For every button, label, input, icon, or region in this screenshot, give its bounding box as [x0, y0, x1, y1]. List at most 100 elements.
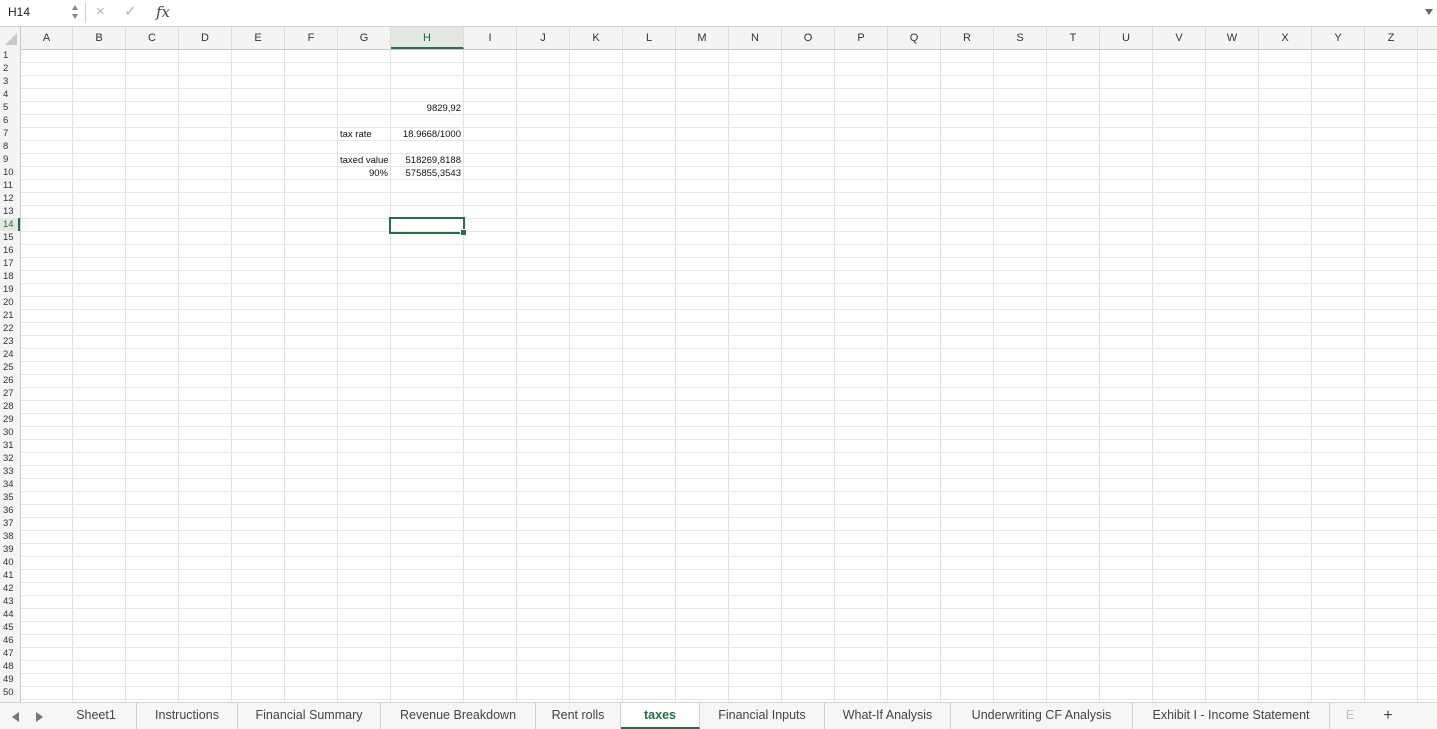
column-header-r[interactable]: R	[941, 27, 994, 49]
row-header-44[interactable]: 44	[0, 608, 20, 621]
column-header-p[interactable]: P	[835, 27, 888, 49]
sheet-tab-what-if-analysis[interactable]: What-If Analysis	[825, 703, 951, 729]
column-header-s[interactable]: S	[994, 27, 1047, 49]
column-header-i[interactable]: I	[464, 27, 517, 49]
name-box-stepper-icon[interactable]	[72, 4, 80, 22]
column-header-z[interactable]: Z	[1365, 27, 1418, 49]
sheet-tab-revenue-breakdown[interactable]: Revenue Breakdown	[381, 703, 536, 729]
next-sheet-icon[interactable]	[36, 712, 43, 722]
row-header-25[interactable]: 25	[0, 361, 20, 374]
row-header-7[interactable]: 7	[0, 127, 20, 140]
enter-check-icon[interactable]: ✓	[124, 2, 137, 22]
row-header-21[interactable]: 21	[0, 309, 20, 322]
name-box[interactable]: H14	[6, 2, 80, 22]
row-header-35[interactable]: 35	[0, 491, 20, 504]
sheet-tab-exhibit-i-income-statement[interactable]: Exhibit I - Income Statement	[1133, 703, 1330, 729]
sheet-tab-underwriting-cf-analysis[interactable]: Underwriting CF Analysis	[951, 703, 1133, 729]
row-header-17[interactable]: 17	[0, 257, 20, 270]
row-header-4[interactable]: 4	[0, 88, 20, 101]
row-header-27[interactable]: 27	[0, 387, 20, 400]
sheet-tab-financial-inputs[interactable]: Financial Inputs	[700, 703, 825, 729]
column-header-t[interactable]: T	[1047, 27, 1100, 49]
row-header-39[interactable]: 39	[0, 543, 20, 556]
row-header-29[interactable]: 29	[0, 413, 20, 426]
row-header-37[interactable]: 37	[0, 517, 20, 530]
column-header-c[interactable]: C	[126, 27, 179, 49]
column-header-v[interactable]: V	[1153, 27, 1206, 49]
row-header-13[interactable]: 13	[0, 205, 20, 218]
row-header-23[interactable]: 23	[0, 335, 20, 348]
sheet-tab-e[interactable]: E	[1330, 703, 1370, 729]
column-header-n[interactable]: N	[729, 27, 782, 49]
row-header-28[interactable]: 28	[0, 400, 20, 413]
column-header-y[interactable]: Y	[1312, 27, 1365, 49]
row-header-24[interactable]: 24	[0, 348, 20, 361]
row-header-38[interactable]: 38	[0, 530, 20, 543]
row-header-10[interactable]: 10	[0, 166, 20, 179]
row-header-46[interactable]: 46	[0, 634, 20, 647]
column-header-k[interactable]: K	[570, 27, 623, 49]
row-header-32[interactable]: 32	[0, 452, 20, 465]
row-header-15[interactable]: 15	[0, 231, 20, 244]
previous-sheet-icon[interactable]	[12, 712, 19, 722]
insert-function-icon[interactable]: fx	[156, 2, 170, 22]
column-header-m[interactable]: M	[676, 27, 729, 49]
fill-handle[interactable]	[460, 229, 467, 236]
row-header-3[interactable]: 3	[0, 75, 20, 88]
row-header-2[interactable]: 2	[0, 62, 20, 75]
row-header-6[interactable]: 6	[0, 114, 20, 127]
select-all-button[interactable]	[0, 27, 21, 49]
column-header-d[interactable]: D	[179, 27, 232, 49]
row-header-50[interactable]: 50	[0, 686, 20, 699]
row-header-40[interactable]: 40	[0, 556, 20, 569]
row-header-49[interactable]: 49	[0, 673, 20, 686]
column-header-o[interactable]: O	[782, 27, 835, 49]
row-header-19[interactable]: 19	[0, 283, 20, 296]
add-sheet-button[interactable]: +	[1378, 705, 1398, 727]
column-header-e[interactable]: E	[232, 27, 285, 49]
cell-g10[interactable]: 90%	[340, 167, 388, 180]
row-header-34[interactable]: 34	[0, 478, 20, 491]
cell-h7[interactable]: 18.9668/1000	[393, 128, 461, 141]
column-header-f[interactable]: F	[285, 27, 338, 49]
column-header-x[interactable]: X	[1259, 27, 1312, 49]
active-cell-selection[interactable]	[389, 217, 467, 236]
row-header-48[interactable]: 48	[0, 660, 20, 673]
row-header-12[interactable]: 12	[0, 192, 20, 205]
column-header-b[interactable]: B	[73, 27, 126, 49]
row-header-45[interactable]: 45	[0, 621, 20, 634]
cell-h10[interactable]: 575855,3543	[393, 167, 461, 180]
row-header-9[interactable]: 9	[0, 153, 20, 166]
row-header-8[interactable]: 8	[0, 140, 20, 153]
cell-h5[interactable]: 9829,92	[393, 102, 461, 115]
column-header-j[interactable]: J	[517, 27, 570, 49]
cell-g9[interactable]: taxed value	[340, 154, 388, 167]
row-header-5[interactable]: 5	[0, 101, 20, 114]
sheet-tab-taxes[interactable]: taxes	[621, 703, 700, 729]
row-header-33[interactable]: 33	[0, 465, 20, 478]
cell-area[interactable]: 9829,92 tax rate 18.9668/1000 taxed value 51…	[21, 50, 1437, 702]
row-header-18[interactable]: 18	[0, 270, 20, 283]
column-header-l[interactable]: L	[623, 27, 676, 49]
row-header-20[interactable]: 20	[0, 296, 20, 309]
column-header-a[interactable]: A	[21, 27, 73, 49]
column-header-w[interactable]: W	[1206, 27, 1259, 49]
row-header-43[interactable]: 43	[0, 595, 20, 608]
row-header-31[interactable]: 31	[0, 439, 20, 452]
column-header-g[interactable]: G	[338, 27, 391, 49]
row-header-1[interactable]: 1	[0, 49, 20, 62]
cell-g7[interactable]: tax rate	[340, 128, 388, 141]
row-header-42[interactable]: 42	[0, 582, 20, 595]
row-header-36[interactable]: 36	[0, 504, 20, 517]
cell-h9[interactable]: 518269,8188	[393, 154, 461, 167]
row-header-26[interactable]: 26	[0, 374, 20, 387]
row-header-16[interactable]: 16	[0, 244, 20, 257]
row-header-11[interactable]: 11	[0, 179, 20, 192]
sheet-tab-sheet1[interactable]: Sheet1	[56, 703, 137, 729]
row-header-30[interactable]: 30	[0, 426, 20, 439]
cancel-icon[interactable]: ×	[96, 2, 105, 22]
row-header-14[interactable]: 14	[0, 218, 20, 231]
formula-input[interactable]	[182, 3, 1412, 23]
column-header-q[interactable]: Q	[888, 27, 941, 49]
column-header-h[interactable]: H	[391, 27, 464, 49]
